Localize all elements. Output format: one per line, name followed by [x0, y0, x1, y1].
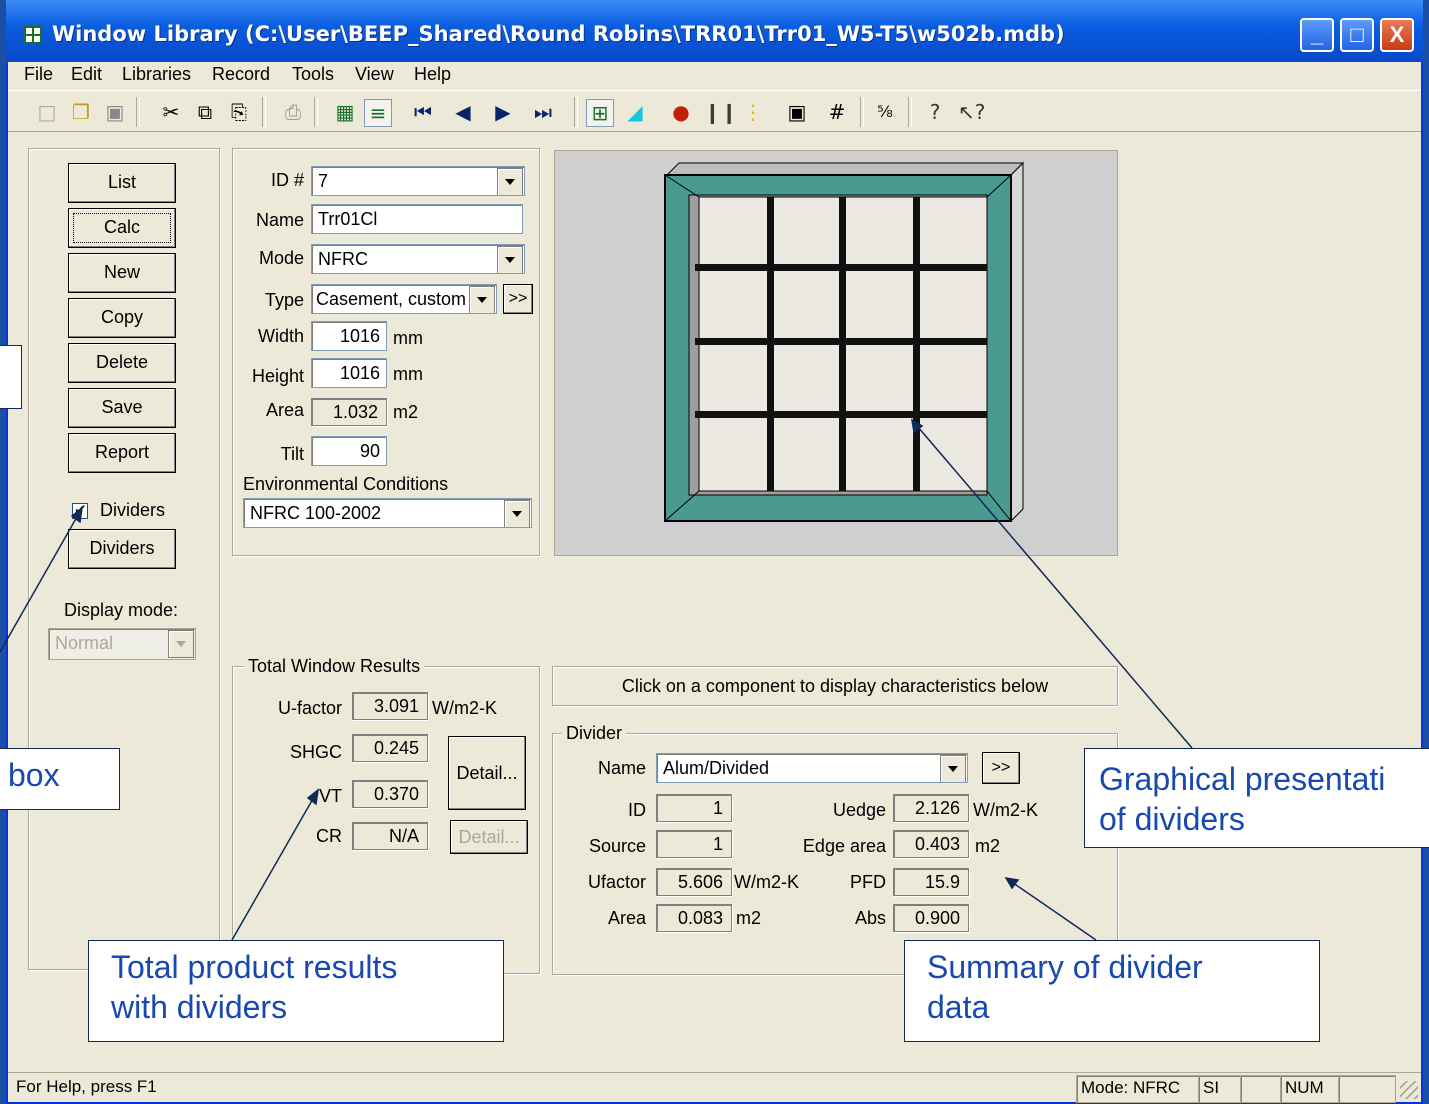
status-mode: Mode: NFRC — [1076, 1075, 1202, 1103]
status-units: SI — [1198, 1075, 1246, 1103]
callout-leaders — [0, 418, 1193, 941]
callout-box-partial — [0, 345, 22, 409]
resize-grip-icon[interactable] — [1400, 1081, 1418, 1099]
callout-total-results: Total product results with dividers — [88, 940, 504, 1042]
callout-graphical: Graphical presentati of dividers — [1084, 748, 1429, 848]
status-help: For Help, press F1 — [16, 1077, 157, 1096]
status-pane-empty-2 — [1338, 1075, 1396, 1103]
status-num: NUM — [1280, 1075, 1344, 1103]
callout-divider-summary: Summary of divider data — [904, 940, 1320, 1042]
callout-box: box — [0, 748, 120, 810]
status-bar: For Help, press F1 Mode: NFRC SI NUM — [8, 1072, 1421, 1103]
